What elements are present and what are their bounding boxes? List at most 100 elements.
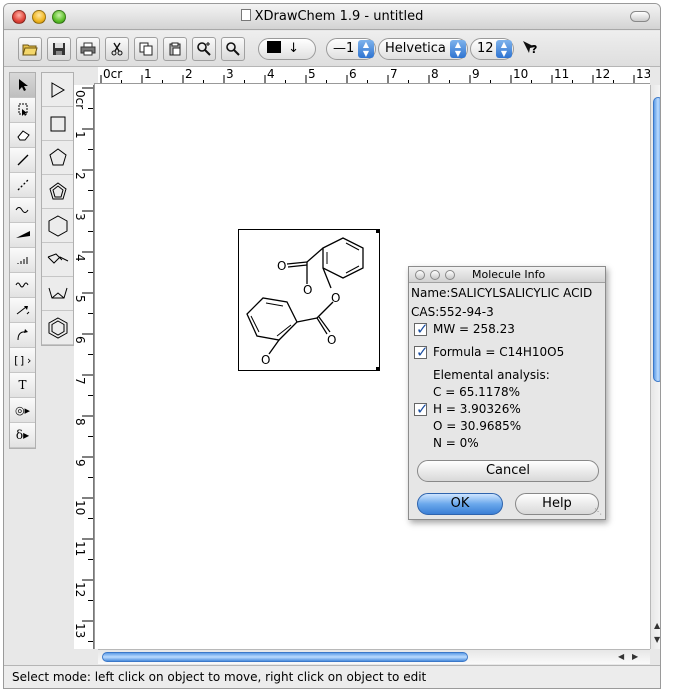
- elemental-analysis-checkbox[interactable]: ✓: [414, 400, 429, 418]
- dialog-title: Molecule Info: [472, 268, 546, 281]
- ruler-label: 1: [74, 131, 87, 139]
- font-size-select[interactable]: 12 ▲ ▼: [470, 38, 514, 60]
- checkmark-icon: ✓: [416, 343, 429, 361]
- hexagon-ring-icon[interactable]: [42, 209, 73, 243]
- carbon-percent: C = 65.1178%: [433, 385, 521, 399]
- zoom-out-icon[interactable]: [221, 37, 245, 61]
- vertical-scrollbar[interactable]: ▲ ▼: [650, 85, 660, 649]
- ring-palette: [41, 72, 74, 346]
- single-bond-icon[interactable]: [10, 148, 35, 173]
- wavy-bond-icon[interactable]: [10, 273, 35, 298]
- status-bar: Select mode: left click on object to mov…: [4, 665, 660, 688]
- main-toolbar: ↓ —1 ▲ ▼ Helvetica ▲ ▼ 12 ▲ ▼ ?: [4, 31, 660, 67]
- ruler-label: 7: [390, 67, 398, 81]
- ruler-label: 6: [349, 67, 357, 81]
- dashed-bond-icon[interactable]: [10, 173, 35, 198]
- title-bar[interactable]: XDrawChem 1.9 - untitled: [4, 4, 660, 30]
- formula-checkbox[interactable]: ✓: [414, 343, 429, 361]
- ruler-label: 13: [74, 623, 87, 638]
- ruler-label: 0cr: [74, 90, 87, 109]
- print-icon[interactable]: [76, 37, 100, 61]
- zoom-in-icon[interactable]: [192, 37, 216, 61]
- arrow-tool-icon[interactable]: [10, 298, 35, 323]
- pentagon-alt-ring-icon[interactable]: [42, 175, 73, 209]
- updown-arrows-icon: ▲ ▼: [450, 40, 466, 58]
- molecule-info-dialog: Molecule Info Name:SALICYLSALICYLIC ACID…: [408, 266, 606, 520]
- ok-button[interactable]: OK: [417, 493, 503, 515]
- cancel-button[interactable]: Cancel: [417, 460, 599, 482]
- window-title: XDrawChem 1.9 - untitled: [254, 9, 424, 24]
- elemental-analysis-header: Elemental analysis:: [433, 368, 550, 382]
- scroll-right-arrow-icon[interactable]: ▶: [632, 652, 638, 661]
- ruler-label: 9: [74, 459, 87, 467]
- delta-symbol-icon[interactable]: δ▸: [10, 423, 35, 448]
- dialog-zoom-button[interactable]: [445, 270, 455, 280]
- whats-this-help-icon[interactable]: ?: [518, 37, 542, 61]
- status-text: Select mode: left click on object to mov…: [12, 670, 427, 684]
- scroll-down-arrow-icon[interactable]: ▼: [654, 635, 660, 644]
- draw-toolbox: []› T ◎▸ δ▸: [9, 72, 36, 449]
- dialog-close-button[interactable]: [415, 270, 425, 280]
- font-family-value: Helvetica: [385, 41, 446, 56]
- select-arrow-icon[interactable]: [10, 73, 35, 98]
- resize-grip-icon[interactable]: ⋱: [594, 508, 604, 518]
- atom-label: O: [327, 333, 336, 347]
- atom-label: O: [261, 353, 270, 367]
- nitrogen-percent: N = 0%: [433, 436, 479, 450]
- wavy-line-icon[interactable]: [10, 198, 35, 223]
- boat-conformation-icon[interactable]: [42, 277, 73, 311]
- updown-arrows-icon: ▲ ▼: [358, 40, 374, 58]
- cut-icon[interactable]: [105, 37, 129, 61]
- curved-arrow-icon[interactable]: [10, 323, 35, 348]
- ruler-label: 4: [267, 67, 275, 81]
- ruler-label: 6: [74, 336, 87, 344]
- symbol-tool-icon[interactable]: ◎▸: [10, 398, 35, 423]
- vertical-ruler: 0cr 1 2 3 4 5 6 7 8 9 10 11 12 13: [74, 85, 94, 649]
- ruler-label: 8: [431, 67, 439, 81]
- arrow-down-icon: ↓: [288, 41, 300, 56]
- scroll-up-arrow-icon[interactable]: ▲: [654, 621, 660, 630]
- line-width-select[interactable]: —1 ▲ ▼: [326, 38, 376, 60]
- salicylsalicylic-acid-structure: O O O O O: [246, 237, 364, 367]
- toolbar-toggle-button[interactable]: [630, 11, 650, 22]
- bracket-icon[interactable]: []›: [10, 348, 35, 373]
- dialog-title-bar[interactable]: Molecule Info: [409, 267, 605, 283]
- atom-label: O: [277, 259, 286, 273]
- open-file-icon[interactable]: [18, 37, 42, 61]
- color-picker-button[interactable]: ↓: [258, 38, 316, 60]
- ruler-label: 3: [226, 67, 234, 81]
- pentagon-ring-icon[interactable]: [42, 141, 73, 175]
- paste-icon[interactable]: [163, 37, 187, 61]
- ruler-label: 13: [636, 67, 650, 81]
- ruler-label: 10: [74, 500, 87, 515]
- horizontal-scrollbar[interactable]: ◀ ▶: [98, 649, 650, 664]
- triangle-ring-icon[interactable]: [42, 73, 73, 107]
- scroll-left-arrow-icon[interactable]: ◀: [618, 652, 624, 661]
- lasso-icon[interactable]: [10, 98, 35, 123]
- benzene-ring-icon[interactable]: [42, 311, 73, 345]
- chair-conformation-icon[interactable]: [42, 243, 73, 277]
- mw-checkbox[interactable]: ✓: [414, 320, 429, 338]
- horizontal-scroll-thumb[interactable]: [102, 652, 468, 662]
- molecule-selection-box[interactable]: O O O O O: [238, 229, 380, 371]
- vertical-scroll-thumb[interactable]: [653, 97, 660, 382]
- molecule-cas: CAS:552-94-3: [411, 305, 494, 319]
- copy-icon[interactable]: [134, 37, 158, 61]
- eraser-icon[interactable]: [10, 123, 35, 148]
- dialog-minimize-button[interactable]: [430, 270, 440, 280]
- wedge-bond-icon[interactable]: [10, 223, 35, 248]
- hashed-bond-icon[interactable]: [10, 248, 35, 273]
- text-tool-icon[interactable]: T: [10, 373, 35, 398]
- ruler-label: 11: [74, 541, 87, 556]
- document-icon: [240, 9, 251, 21]
- help-button[interactable]: Help: [515, 493, 599, 515]
- square-ring-icon[interactable]: [42, 107, 73, 141]
- save-file-icon[interactable]: [47, 37, 71, 61]
- checkmark-icon: ✓: [416, 400, 429, 418]
- ruler-label: 2: [185, 67, 193, 81]
- font-family-select[interactable]: Helvetica ▲ ▼: [378, 38, 468, 60]
- line-width-value: 1: [346, 41, 355, 56]
- ruler-label: 10: [513, 67, 528, 81]
- hydrogen-percent: H = 3.90326%: [433, 402, 521, 416]
- ruler-label: 11: [554, 67, 569, 81]
